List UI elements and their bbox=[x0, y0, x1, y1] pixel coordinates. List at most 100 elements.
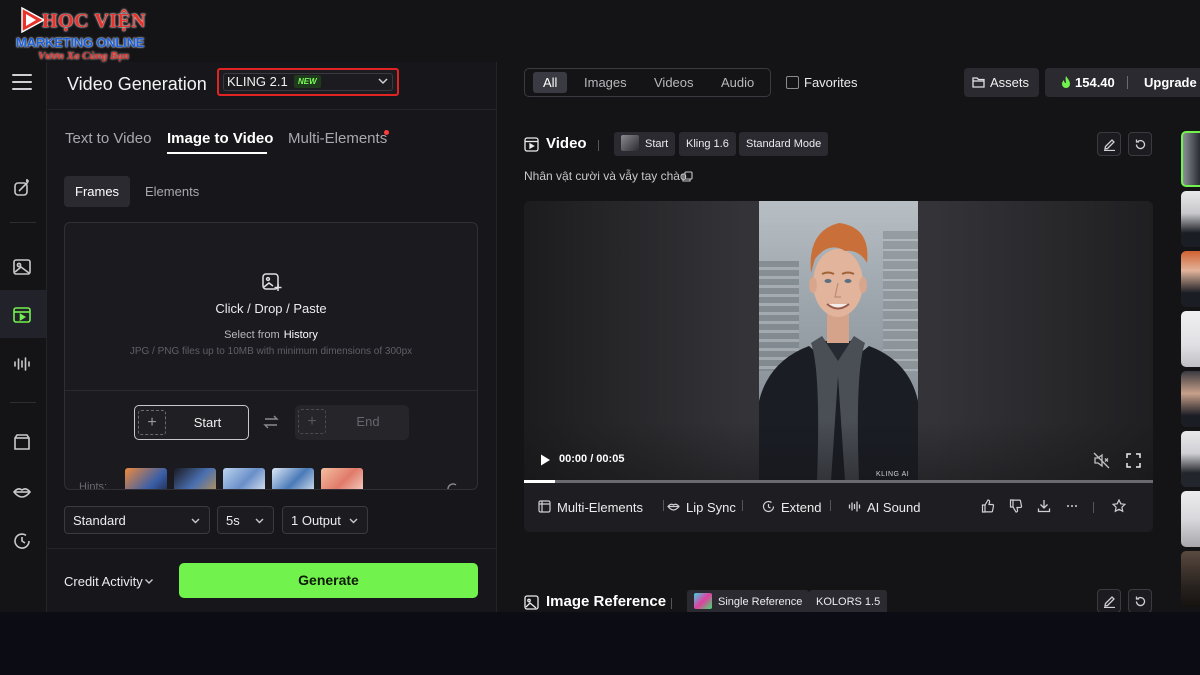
mode-select[interactable]: Standard bbox=[64, 506, 210, 534]
new-dot-indicator bbox=[384, 130, 389, 135]
menu-icon[interactable] bbox=[12, 74, 32, 92]
history-thumbnail[interactable] bbox=[1181, 431, 1200, 487]
upload-divider bbox=[65, 390, 477, 391]
tag-start-label: Start bbox=[645, 138, 669, 150]
hint-thumbnail[interactable] bbox=[321, 468, 363, 489]
swap-icon[interactable] bbox=[262, 413, 280, 431]
hint-thumbnail[interactable] bbox=[223, 468, 265, 489]
end-frame-label: End bbox=[356, 414, 380, 429]
filter-images[interactable]: Images bbox=[574, 72, 637, 93]
duration-select-value: 5s bbox=[226, 513, 240, 528]
star-icon[interactable] bbox=[1112, 499, 1126, 513]
mode-select-value: Standard bbox=[73, 513, 126, 528]
panel-header: Video Generation KLING 2.1 NEW bbox=[47, 62, 497, 110]
history-thumbnail[interactable] bbox=[1181, 371, 1200, 427]
copy-icon[interactable] bbox=[682, 171, 693, 182]
more-options-icon[interactable] bbox=[1065, 499, 1079, 513]
cube-icon[interactable] bbox=[10, 430, 34, 454]
hints-label: Hints: bbox=[79, 481, 108, 490]
model-selector[interactable]: KLING 2.1 NEW bbox=[217, 68, 399, 96]
filter-audio[interactable]: Audio bbox=[711, 72, 764, 93]
multi-elements-action[interactable]: Multi-Elements bbox=[538, 500, 643, 515]
tab-text-to-video[interactable]: Text to Video bbox=[65, 130, 151, 147]
filter-all[interactable]: All bbox=[533, 72, 568, 93]
tab-multi-elements[interactable]: Multi-Elements bbox=[288, 130, 387, 147]
multi-elements-icon bbox=[538, 500, 551, 513]
history-thumbnail[interactable] bbox=[1181, 191, 1200, 247]
playback-time: 00:00 / 00:05 bbox=[559, 453, 625, 465]
hint-thumbnail[interactable] bbox=[125, 468, 167, 489]
upload-select-from: Select from History bbox=[65, 329, 477, 341]
video-watermark: KLING AI bbox=[876, 471, 910, 478]
image-icon[interactable] bbox=[10, 255, 34, 279]
image-upload-area[interactable]: Click / Drop / Paste Select from History … bbox=[64, 222, 478, 490]
favorites-label[interactable]: Favorites bbox=[804, 75, 857, 90]
history-link[interactable]: History bbox=[284, 329, 318, 341]
extend-action[interactable]: Extend bbox=[762, 500, 821, 515]
generation-panel: Video Generation KLING 2.1 NEW Text to V… bbox=[47, 62, 497, 612]
audio-wave-icon bbox=[848, 501, 861, 512]
start-frame-button[interactable]: + Start bbox=[134, 405, 249, 440]
video-prompt: Nhân vật cười và vẫy tay chào bbox=[524, 169, 687, 183]
edit-button[interactable] bbox=[1097, 132, 1121, 156]
tag-mode: Standard Mode bbox=[739, 132, 829, 156]
regenerate-button[interactable] bbox=[1128, 132, 1152, 156]
refresh-hints-icon[interactable] bbox=[445, 481, 461, 490]
history-clock-icon[interactable] bbox=[10, 529, 34, 553]
edit-button[interactable] bbox=[1097, 589, 1121, 612]
credits-divider bbox=[1127, 76, 1128, 89]
history-thumbnail[interactable] bbox=[1181, 131, 1200, 187]
header-divider bbox=[598, 140, 599, 151]
tag-model: Kling 1.6 bbox=[679, 132, 736, 156]
filter-videos[interactable]: Videos bbox=[644, 72, 704, 93]
hint-thumbnail[interactable] bbox=[272, 468, 314, 489]
magic-wand-icon[interactable] bbox=[10, 176, 34, 200]
thumbs-up-icon[interactable] bbox=[981, 499, 995, 513]
tag-start-frame[interactable]: Start bbox=[614, 132, 676, 156]
ai-sound-action[interactable]: AI Sound bbox=[848, 500, 921, 515]
plus-icon: + bbox=[298, 409, 326, 434]
video-action-bar: Multi-Elements Lip Sync Extend AI Sound bbox=[524, 483, 1153, 532]
play-icon[interactable] bbox=[538, 453, 552, 467]
subtab-frames[interactable]: Frames bbox=[64, 176, 131, 207]
image-reference-title: Image Reference bbox=[546, 593, 667, 610]
duration-select[interactable]: 5s bbox=[217, 506, 274, 534]
plus-icon: + bbox=[138, 410, 166, 435]
flame-icon bbox=[1062, 76, 1070, 88]
lips-icon bbox=[667, 503, 680, 511]
tag-reference-type[interactable]: Single Reference bbox=[687, 590, 810, 612]
bottom-letterbox bbox=[0, 612, 1200, 675]
download-icon[interactable] bbox=[1037, 499, 1051, 513]
thumbs-down-icon[interactable] bbox=[1009, 499, 1023, 513]
history-thumbnail[interactable] bbox=[1181, 311, 1200, 367]
upgrade-button[interactable]: Upgrade P bbox=[1144, 75, 1200, 90]
generate-button[interactable]: Generate bbox=[179, 563, 478, 598]
history-thumbnail[interactable] bbox=[1181, 551, 1200, 607]
chevron-down-icon bbox=[145, 579, 153, 584]
video-icon[interactable] bbox=[10, 303, 34, 327]
start-frame-thumbnail bbox=[621, 135, 639, 152]
subtab-elements[interactable]: Elements bbox=[134, 176, 210, 207]
lips-icon[interactable] bbox=[10, 480, 34, 504]
credit-activity-dropdown[interactable]: Credit Activity bbox=[64, 574, 143, 589]
fullscreen-icon[interactable] bbox=[1126, 453, 1141, 468]
mute-icon[interactable] bbox=[1093, 452, 1110, 469]
audio-wave-icon[interactable] bbox=[10, 352, 34, 376]
history-thumbnail[interactable] bbox=[1181, 491, 1200, 547]
logo-line-2: MARKETING ONLINE bbox=[16, 35, 145, 50]
refresh-icon bbox=[1135, 596, 1146, 607]
favorites-checkbox[interactable] bbox=[786, 76, 799, 89]
upload-instruction: Click / Drop / Paste bbox=[215, 301, 327, 316]
lip-sync-action[interactable]: Lip Sync bbox=[667, 500, 736, 515]
folder-icon bbox=[972, 77, 985, 88]
extend-icon bbox=[762, 500, 775, 513]
regenerate-button[interactable] bbox=[1128, 589, 1152, 612]
hint-thumbnail[interactable] bbox=[174, 468, 216, 489]
tab-image-to-video[interactable]: Image to Video bbox=[167, 130, 273, 147]
end-frame-button[interactable]: + End bbox=[295, 405, 409, 440]
assets-button[interactable]: Assets bbox=[964, 68, 1039, 97]
header-divider bbox=[671, 598, 672, 609]
history-thumbnail[interactable] bbox=[1181, 251, 1200, 307]
action-divider bbox=[830, 500, 831, 511]
output-count-select[interactable]: 1 Output bbox=[282, 506, 368, 534]
